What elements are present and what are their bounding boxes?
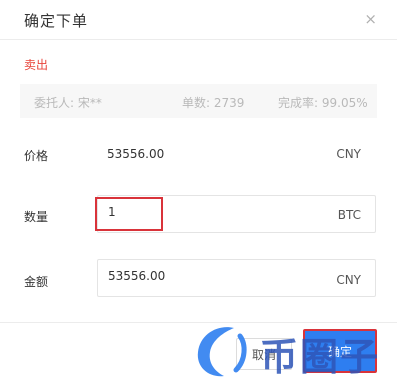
order-dialog: 确定下单 × 卖出 委托人: 宋** 单数: 2739 完成率: 99.05% … [0,0,397,384]
footer-divider [0,322,397,323]
close-icon[interactable]: × [364,12,377,27]
amount-unit: CNY [336,273,361,287]
merchant-order-count: 单数: 2739 [182,96,245,110]
amount-label: 金额 [24,275,49,289]
cancel-button[interactable]: 取消 [236,338,292,370]
dialog-header: 确定下单 × [0,0,397,40]
quantity-unit: BTC [337,208,361,222]
merchant-info-bar: 委托人: 宋** 单数: 2739 完成率: 99.05% [20,84,377,118]
price-value: 53556.00 [107,147,165,161]
amount-input[interactable] [108,269,288,283]
quantity-label: 数量 [24,210,49,224]
merchant-owner: 委托人: 宋** [34,96,102,110]
amount-field[interactable] [97,259,376,297]
confirm-button[interactable]: 确定 [303,329,377,373]
order-side-label: 卖出 [24,58,49,72]
merchant-completion-rate: 完成率: 99.05% [278,96,368,110]
price-label: 价格 [24,149,49,163]
quantity-field[interactable] [97,195,376,233]
price-unit: CNY [336,147,361,161]
dialog-title: 确定下单 [24,12,89,30]
quantity-input[interactable] [108,205,288,219]
